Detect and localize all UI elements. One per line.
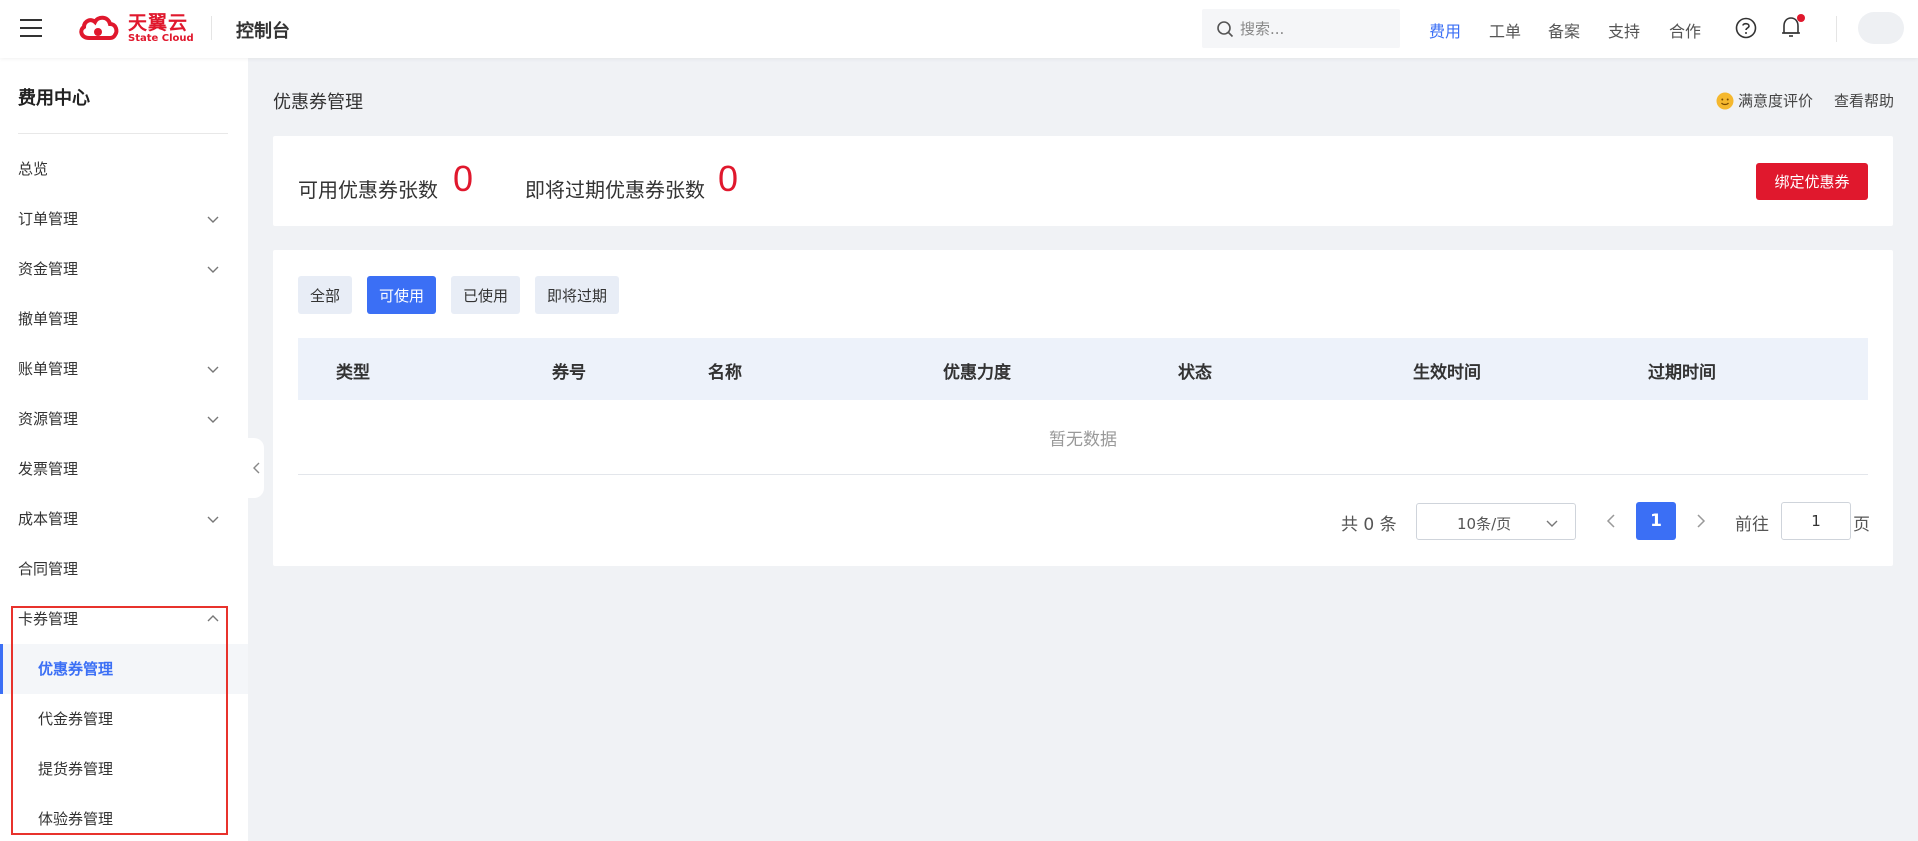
sidebar-item-label: 资金管理 (18, 260, 79, 278)
goto-page-label: 前往 (1735, 515, 1769, 535)
avatar[interactable] (1858, 12, 1904, 44)
column-header-type: 类型 (336, 363, 370, 383)
goto-page-input[interactable] (1781, 502, 1851, 540)
sidebar-item-cash-vouchers[interactable]: 代金券管理 (0, 694, 248, 744)
console-title[interactable]: 控制台 (236, 17, 290, 43)
page-size-select[interactable]: 10条/页 (1416, 503, 1576, 540)
sidebar-item-label: 资源管理 (18, 410, 79, 428)
pagination-total: 共 0 条 (1341, 515, 1397, 535)
sidebar-item-label: 订单管理 (18, 210, 79, 228)
sidebar-item-label: 体验券管理 (38, 810, 114, 828)
empty-state-text: 暂无数据 (1049, 430, 1117, 450)
sidebar: 费用中心 总览 订单管理 资金管理 撤单管理 账单管理 资源管理 发票管理 成本… (0, 58, 248, 841)
coupon-list-card: 全部 可使用 已使用 即将过期 类型 券号 名称 优惠力度 状态 生效时间 过期… (273, 250, 1893, 566)
stats-card: 可用优惠券张数 0 即将过期优惠券张数 0 绑定优惠券 (273, 136, 1893, 226)
menu-icon[interactable] (20, 19, 42, 39)
page-size-value: 10条/页 (1457, 515, 1512, 533)
available-coupons-value: 0 (453, 158, 474, 199)
brand-name: 天翼云 State Cloud (128, 13, 194, 45)
sidebar-item-label: 优惠券管理 (38, 660, 114, 678)
chevron-down-icon (207, 216, 219, 223)
nav-fees[interactable]: 费用 (1429, 18, 1461, 42)
chevron-down-icon (207, 416, 219, 423)
nav-partner[interactable]: 合作 (1669, 18, 1701, 42)
smiley-icon (1716, 92, 1734, 110)
sidebar-item-bills[interactable]: 账单管理 (0, 344, 248, 394)
filter-used-button[interactable]: 已使用 (451, 276, 521, 314)
filter-expiring-button[interactable]: 即将过期 (535, 276, 620, 314)
sidebar-item-resources[interactable]: 资源管理 (0, 394, 248, 444)
sidebar-collapse-button[interactable] (248, 438, 264, 498)
sidebar-item-label: 代金券管理 (38, 710, 114, 728)
sidebar-item-label: 撤单管理 (18, 310, 79, 328)
goto-page-suffix: 页 (1853, 515, 1870, 535)
sidebar-item-label: 账单管理 (18, 360, 79, 378)
notification-dot (1797, 14, 1805, 22)
sidebar-item-label: 成本管理 (18, 510, 79, 528)
sidebar-item-orders[interactable]: 订单管理 (0, 194, 248, 244)
sidebar-item-overview[interactable]: 总览 (0, 144, 248, 194)
filter-all-button[interactable]: 全部 (298, 276, 353, 314)
sidebar-item-pickup-vouchers[interactable]: 提货券管理 (0, 744, 248, 794)
sidebar-item-label: 卡券管理 (18, 610, 79, 628)
brand-name-en: State Cloud (128, 33, 194, 44)
search-icon (1217, 21, 1234, 38)
sidebar-item-label: 总览 (18, 160, 49, 178)
divider (1836, 16, 1837, 42)
column-header-expiry-time: 过期时间 (1648, 363, 1716, 383)
divider (211, 16, 212, 40)
table-body: 暂无数据 (298, 400, 1868, 475)
expiring-coupons-value: 0 (718, 158, 739, 199)
chevron-down-icon (207, 516, 219, 523)
nav-tickets[interactable]: 工单 (1489, 18, 1521, 42)
help-link[interactable]: 查看帮助 (1834, 90, 1894, 111)
help-icon[interactable] (1735, 17, 1757, 39)
next-page-button[interactable] (1691, 511, 1711, 531)
column-header-effective-time: 生效时间 (1413, 363, 1481, 383)
divider (18, 133, 228, 134)
available-coupons-label: 可用优惠券张数 (298, 178, 438, 202)
sidebar-item-coupons[interactable]: 优惠券管理 (0, 644, 248, 694)
table-header: 类型 券号 名称 优惠力度 状态 生效时间 过期时间 (298, 338, 1868, 400)
column-header-name: 名称 (708, 363, 742, 383)
satisfaction-link[interactable]: 满意度评价 (1738, 90, 1813, 111)
sidebar-item-cancellations[interactable]: 撤单管理 (0, 294, 248, 344)
page-number-current[interactable]: 1 (1636, 502, 1676, 540)
chevron-down-icon (1546, 520, 1558, 527)
sidebar-item-invoices[interactable]: 发票管理 (0, 444, 248, 494)
sidebar-item-vouchers[interactable]: 卡券管理 (0, 594, 248, 644)
chevron-down-icon (207, 366, 219, 373)
active-indicator (0, 644, 3, 694)
search-box[interactable] (1202, 9, 1400, 48)
filter-available-button[interactable]: 可使用 (367, 276, 437, 314)
column-header-discount: 优惠力度 (943, 363, 1011, 383)
chevron-up-icon (207, 615, 219, 622)
sidebar-title: 费用中心 (18, 88, 90, 109)
nav-filing[interactable]: 备案 (1548, 18, 1580, 42)
column-header-status: 状态 (1178, 363, 1212, 383)
sidebar-item-label: 发票管理 (18, 460, 79, 478)
expiring-coupons-label: 即将过期优惠券张数 (525, 178, 705, 202)
sidebar-item-costs[interactable]: 成本管理 (0, 494, 248, 544)
page-title: 优惠券管理 (273, 92, 363, 113)
chevron-down-icon (207, 266, 219, 273)
top-bar: 天翼云 State Cloud 控制台 费用 工单 备案 支持 合作 (0, 0, 1918, 58)
sidebar-item-label: 提货券管理 (38, 760, 114, 778)
chevron-left-icon (253, 462, 260, 474)
brand-name-cn: 天翼云 (128, 12, 189, 34)
sidebar-item-trial-vouchers[interactable]: 体验券管理 (0, 794, 248, 841)
prev-page-button[interactable] (1601, 511, 1621, 531)
nav-support[interactable]: 支持 (1608, 18, 1640, 42)
sidebar-item-label: 合同管理 (18, 560, 79, 578)
sidebar-item-contracts[interactable]: 合同管理 (0, 544, 248, 594)
column-header-coupon-no: 券号 (552, 363, 586, 383)
search-input[interactable] (1240, 9, 1390, 48)
sidebar-item-funds[interactable]: 资金管理 (0, 244, 248, 294)
bind-coupon-button[interactable]: 绑定优惠券 (1756, 163, 1868, 200)
